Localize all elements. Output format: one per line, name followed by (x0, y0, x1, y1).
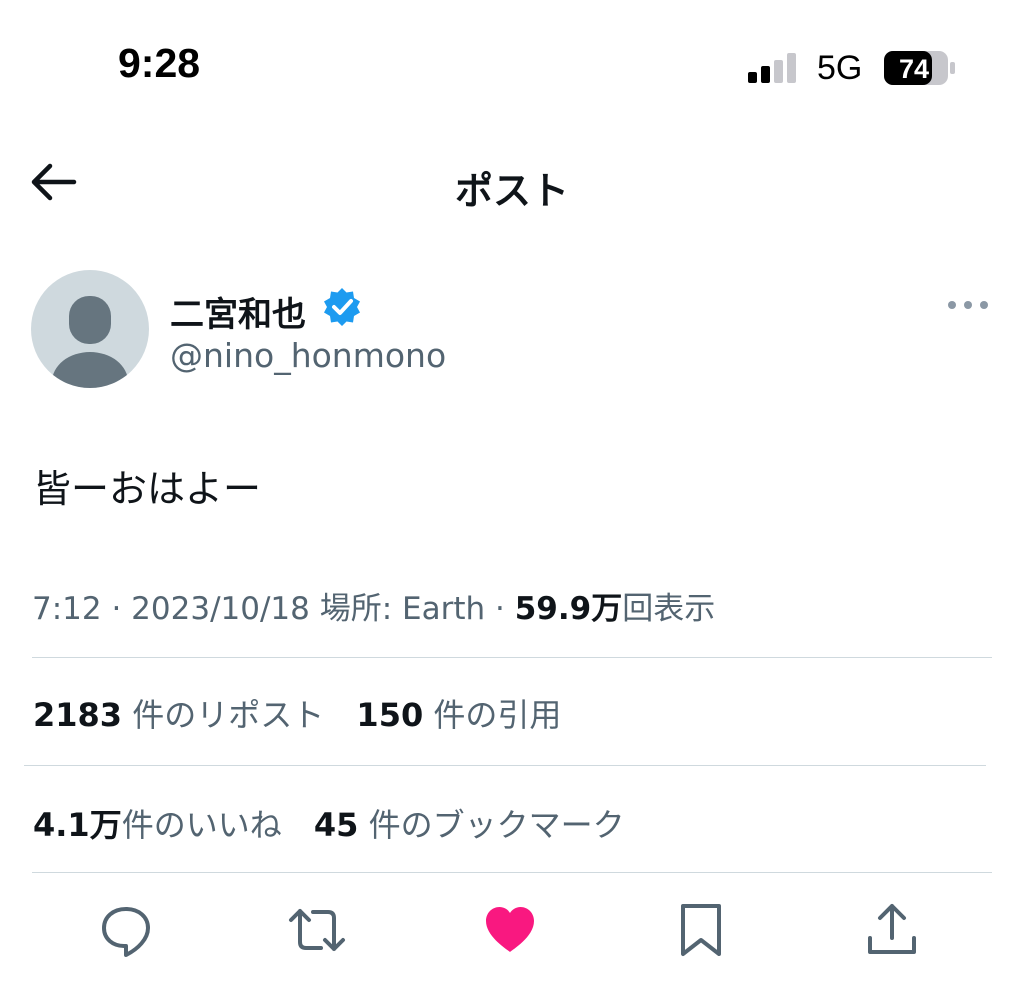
views-label: 回表示 (622, 591, 716, 627)
author-name[interactable]: 二宮和也 (170, 287, 306, 336)
reposts-label: 件のリポスト (132, 696, 325, 734)
divider (32, 657, 992, 658)
quotes-stat[interactable]: 150 件の引用 (356, 690, 561, 736)
network-type: 5G (817, 49, 863, 87)
share-icon (868, 904, 916, 954)
stats-row-reposts: 2183 件のリポスト 150 件の引用 (33, 690, 583, 736)
post-meta: 7:12 · 2023/10/18 場所: Earth · 59.9万回表示 (32, 583, 715, 628)
repost-button[interactable] (287, 900, 347, 960)
bookmarks-stat[interactable]: 45 件のブックマーク (314, 800, 625, 846)
verified-badge-icon (324, 288, 360, 326)
heart-icon (486, 907, 534, 952)
page-title: ポスト (454, 169, 569, 213)
likes-count: 4.1万 (33, 806, 122, 844)
post-location: 場所: Earth (319, 591, 486, 627)
bookmarks-label: 件のブックマーク (368, 806, 625, 844)
bookmark-button[interactable] (671, 900, 731, 960)
views-count: 59.9万 (514, 591, 623, 627)
likes-stat[interactable]: 4.1万件のいいね (33, 800, 282, 846)
avatar[interactable] (31, 270, 149, 388)
meta-separator: · (495, 591, 505, 627)
status-time: 9:28 (118, 40, 201, 86)
battery-icon: 74 (884, 51, 955, 85)
post-detail-screen: 9:28 5G 74 ポスト 二宮和也 @nino_honmono 皆ーおはよー… (0, 0, 1024, 1000)
stats-row-likes: 4.1万件のいいね 45 件のブックマーク (33, 800, 647, 846)
reply-bubble-icon (102, 907, 150, 957)
bookmarks-count: 45 (313, 806, 359, 844)
post-text: 皆ーおはよー (33, 467, 262, 511)
repost-icon (289, 909, 345, 951)
reply-button[interactable] (96, 900, 156, 960)
author-handle[interactable]: @nino_honmono (170, 336, 446, 375)
reposts-count: 2183 (33, 696, 123, 734)
quotes-label: 件の引用 (433, 696, 562, 734)
divider (32, 872, 992, 873)
like-button[interactable] (480, 900, 540, 960)
cellular-signal-icon (748, 53, 796, 83)
post-time-date[interactable]: 7:12 · 2023/10/18 (32, 591, 310, 627)
battery-level: 74 (899, 54, 929, 84)
reposts-stat[interactable]: 2183 件のリポスト (33, 690, 324, 736)
bookmark-icon (681, 904, 721, 956)
divider (24, 765, 986, 766)
quotes-count: 150 (356, 696, 424, 734)
likes-label: 件のいいね (121, 806, 282, 844)
share-button[interactable] (862, 900, 922, 960)
more-dots-icon[interactable] (944, 292, 992, 318)
